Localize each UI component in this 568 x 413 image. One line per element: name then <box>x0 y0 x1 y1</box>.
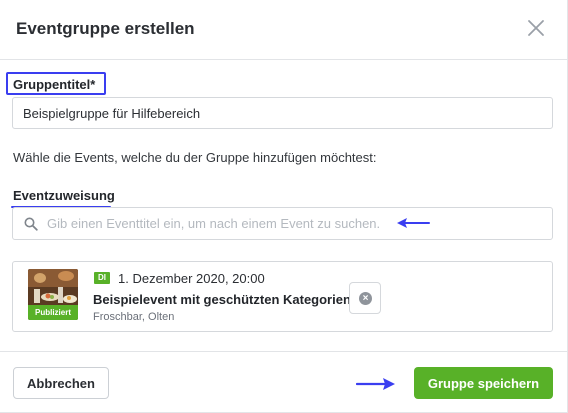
remove-event-button[interactable]: × <box>349 282 381 314</box>
help-text: Wähle die Events, welche du der Gruppe h… <box>13 150 377 165</box>
group-title-label: Gruppentitel* <box>13 77 96 92</box>
remove-icon: × <box>359 292 372 305</box>
weekday-badge: DI <box>94 272 110 284</box>
annotation-arrow-icon <box>356 378 395 390</box>
event-venue: Froschbar, Olten <box>93 311 175 323</box>
close-icon[interactable] <box>524 16 548 40</box>
event-date: 1. Dezember 2020, 20:00 <box>118 271 265 286</box>
cancel-button[interactable]: Abbrechen <box>13 367 109 399</box>
create-event-group-dialog: Eventgruppe erstellen Gruppentitel* Wähl… <box>0 0 568 413</box>
search-icon <box>24 217 38 231</box>
event-list-item: Publiziert DI 1. Dezember 2020, 20:00 Be… <box>12 261 553 332</box>
annotation-arrow-icon <box>397 218 430 228</box>
event-thumbnail: Publiziert <box>28 269 78 320</box>
status-badge: Publiziert <box>28 305 78 320</box>
event-assignment-label: Eventzuweisung <box>13 188 115 203</box>
dialog-title: Eventgruppe erstellen <box>16 19 195 38</box>
group-title-input[interactable] <box>12 97 553 129</box>
event-search-field[interactable] <box>12 207 553 240</box>
save-group-button[interactable]: Gruppe speichern <box>414 367 553 399</box>
event-title: Beispielevent mit geschützten Kategorien <box>93 292 351 307</box>
dialog-header: Eventgruppe erstellen <box>0 0 568 60</box>
